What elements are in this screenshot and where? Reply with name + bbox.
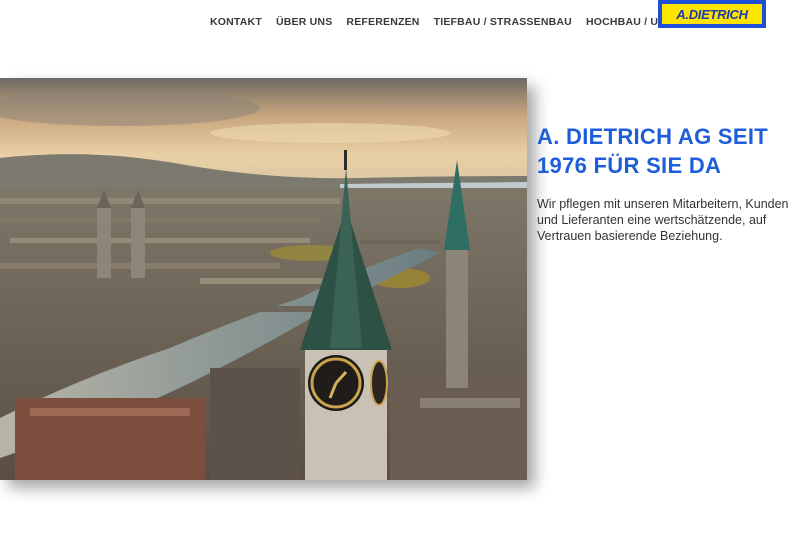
logo-plate: A.DIETRICH — [662, 4, 762, 24]
nav-item-kontakt[interactable]: KONTAKT — [210, 16, 262, 28]
logo-text: A.DIETRICH — [676, 6, 748, 22]
nav-item-tiefbau[interactable]: TIEFBAU / STRASSENBAU — [434, 16, 572, 28]
nav-item-ueber-uns[interactable]: ÜBER UNS — [276, 16, 332, 28]
hero-image — [0, 78, 527, 480]
hero-headline: A. DIETRICH AG SEIT 1976 FÜR SIE DA — [537, 124, 769, 178]
city-aerial-image — [0, 78, 527, 480]
company-logo[interactable]: A.DIETRICH — [658, 0, 766, 28]
main-nav: KONTAKT ÜBER UNS REFERENZEN TIEFBAU / ST… — [210, 16, 690, 28]
hero-description: Wir pflegen mit unseren Mitarbeitern, Ku… — [537, 197, 789, 243]
nav-item-referenzen[interactable]: REFERENZEN — [346, 16, 419, 28]
